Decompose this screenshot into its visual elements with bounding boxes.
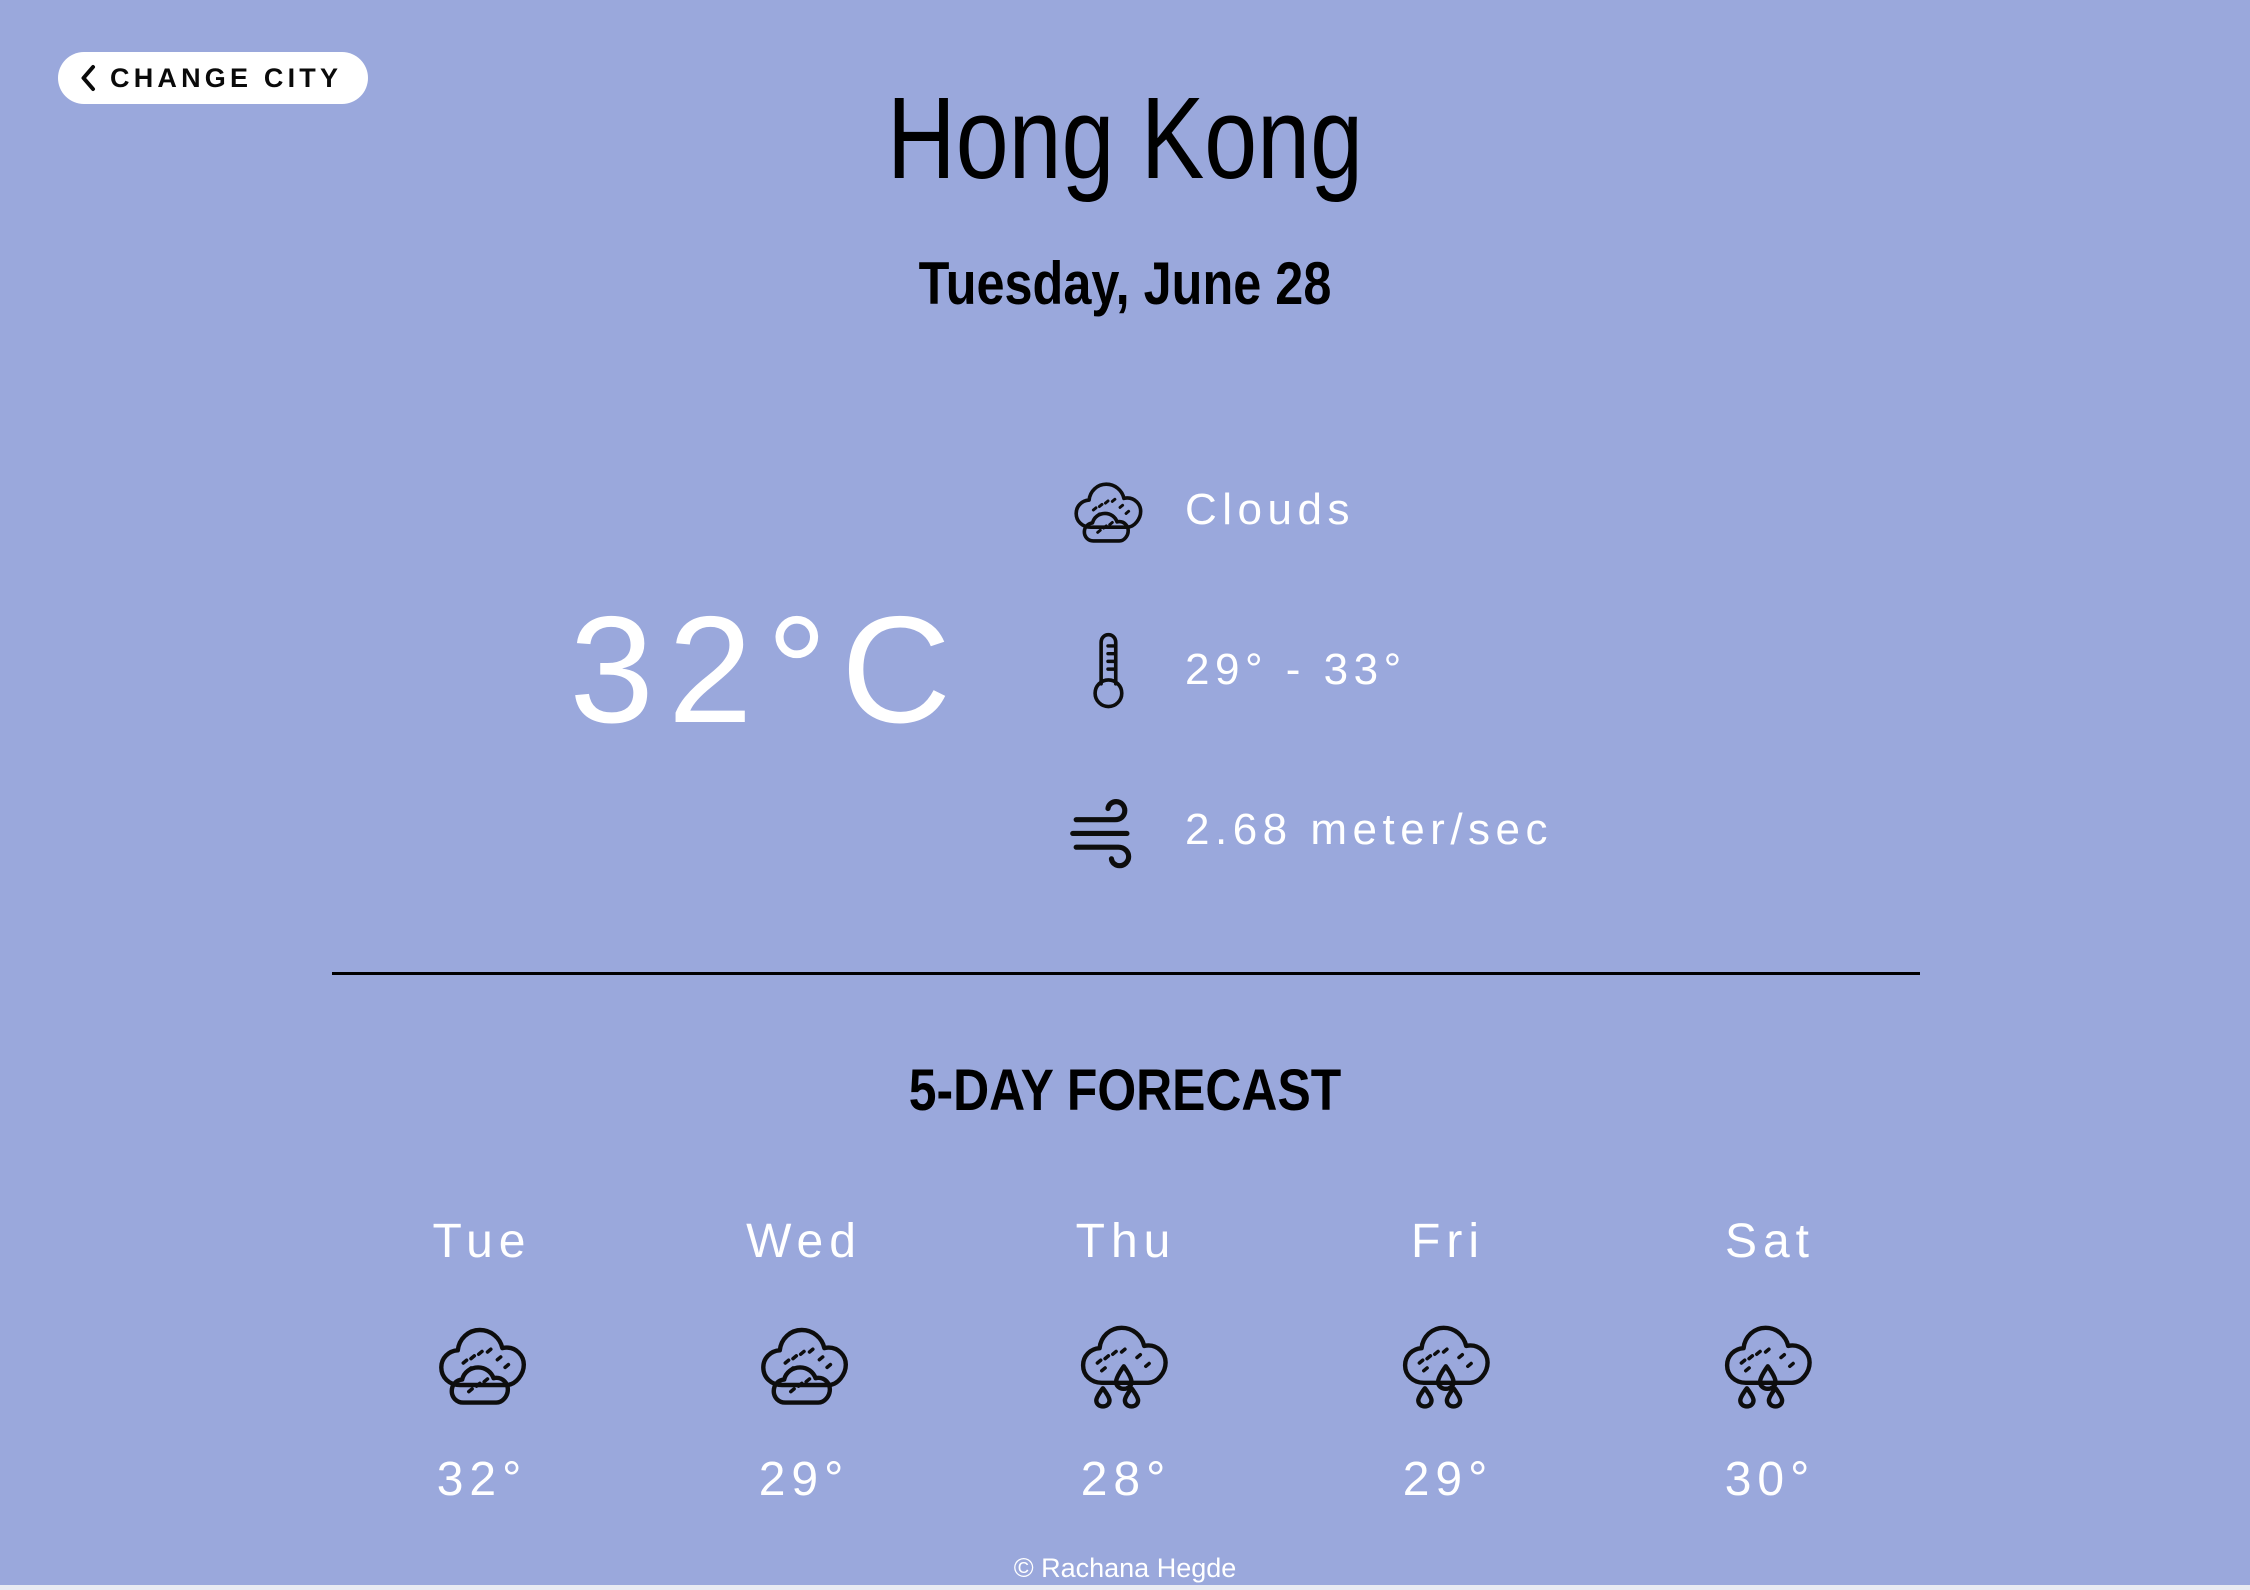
- section-divider: [332, 972, 1920, 975]
- forecast-list: Tue 32° Wed 29° Thu 28° Fri 29° Sat 30°: [332, 1218, 1920, 1504]
- footer-credit: © Rachana Hegde: [1013, 1553, 1237, 1583]
- clouds-icon: [427, 1308, 537, 1418]
- forecast-day-label: Fri: [1411, 1215, 1485, 1268]
- forecast-card[interactable]: Sat 30°: [1620, 1218, 1920, 1504]
- forecast-day-label: Tue: [432, 1215, 532, 1268]
- forecast-temp: 28°: [1080, 1453, 1172, 1506]
- clouds-icon: [1065, 467, 1151, 553]
- forecast-temp: 29°: [758, 1453, 850, 1506]
- current-date: Tuesday, June 28: [918, 250, 1332, 317]
- forecast-temp: 29°: [1402, 1453, 1494, 1506]
- forecast-title: 5-DAY FORECAST: [908, 1058, 1342, 1123]
- rain-icon: [1393, 1308, 1503, 1418]
- current-temperature: 32°C: [569, 585, 965, 755]
- forecast-temp: 32°: [436, 1453, 528, 1506]
- forecast-day-label: Wed: [746, 1215, 862, 1268]
- conditions-label: Clouds: [1185, 485, 1355, 534]
- rain-icon: [1715, 1308, 1825, 1418]
- forecast-temp: 30°: [1724, 1453, 1816, 1506]
- forecast-card[interactable]: Fri 29°: [1298, 1218, 1598, 1504]
- wind-icon: [1065, 787, 1151, 873]
- detail-row-temp-range: 29° - 33°: [1065, 627, 1825, 713]
- forecast-day-label: Thu: [1075, 1215, 1177, 1268]
- forecast-card[interactable]: Wed 29°: [654, 1218, 954, 1504]
- thermometer-icon: [1065, 627, 1151, 713]
- forecast-card[interactable]: Thu 28°: [976, 1218, 1276, 1504]
- forecast-day-label: Sat: [1724, 1215, 1816, 1268]
- wind-label: 2.68 meter/sec: [1185, 805, 1554, 854]
- current-details-list: Clouds 29° - 33° 2.68 meter/sec: [1065, 467, 1825, 873]
- temp-range-label: 29° - 33°: [1185, 645, 1407, 694]
- detail-row-wind: 2.68 meter/sec: [1065, 787, 1825, 873]
- current-weather-panel: 32°C Clouds 29° - 33° 2.68 meter/sec: [0, 455, 2250, 885]
- chevron-left-icon: [80, 65, 96, 91]
- forecast-card[interactable]: Tue 32°: [332, 1218, 632, 1504]
- clouds-icon: [749, 1308, 859, 1418]
- rain-icon: [1071, 1308, 1181, 1418]
- detail-row-conditions: Clouds: [1065, 467, 1825, 553]
- city-name: Hong Kong: [887, 73, 1363, 203]
- bottom-strip: [0, 1585, 2250, 1590]
